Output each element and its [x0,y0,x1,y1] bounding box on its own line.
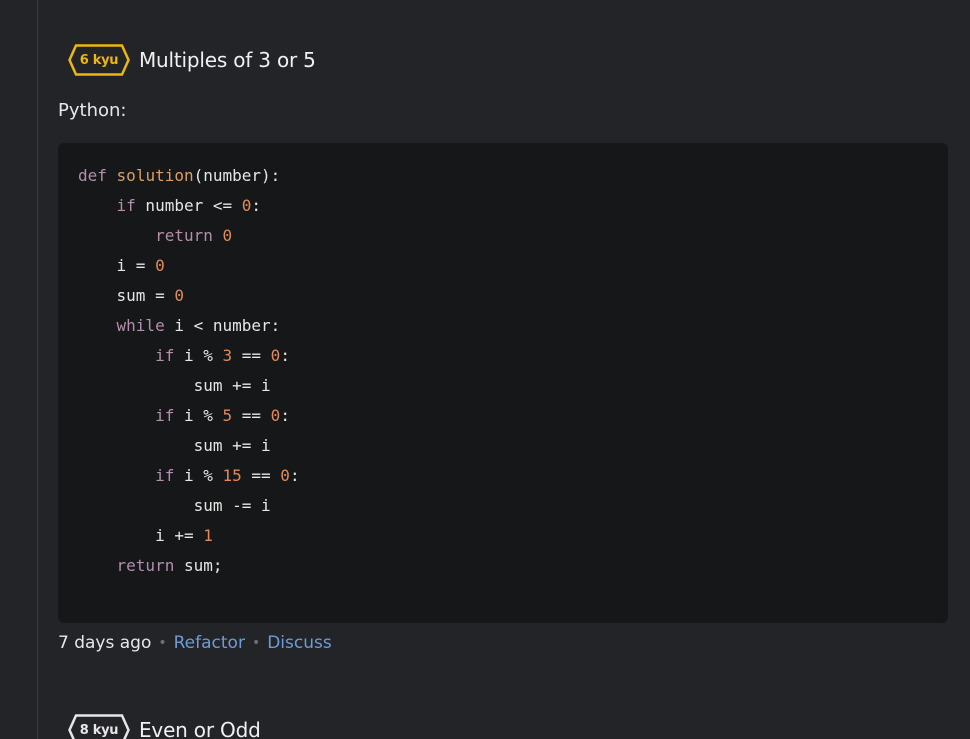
kata-title-link[interactable]: Multiples of 3 or 5 [139,48,316,72]
refactor-link[interactable]: Refactor [174,633,245,653]
code-line: return 0 [155,226,233,245]
code-block: def solution(number): if number <= 0: re… [58,143,948,623]
kata-title-link[interactable]: Even or Odd [139,718,261,739]
kata-header: 8 kyu Even or Odd [68,714,261,739]
code-line: while i < number: [116,316,281,335]
code-line: if number <= 0: [116,196,262,215]
timestamp: 7 days ago [58,633,152,653]
solution-code: def solution(number): if number <= 0: re… [78,161,300,581]
code-line: i = 0 [78,256,165,275]
solutions-page: 6 kyu Multiples of 3 or 5 Python: def so… [0,0,970,739]
code-line: sum += i [78,376,271,395]
code-line: return sum; [116,556,223,575]
code-line: if i % 5 == 0: [155,406,290,425]
kata-header: 6 kyu Multiples of 3 or 5 [68,44,316,76]
code-line: i += 1 [78,526,213,545]
discuss-link[interactable]: Discuss [267,633,332,653]
code-line: if i % 3 == 0: [155,346,290,365]
code-line: def solution(number): [78,166,281,185]
rank-badge: 8 kyu [68,714,130,739]
separator-dot: • [158,635,167,651]
rank-badge: 6 kyu [68,44,130,76]
code-line: sum += i [78,436,271,455]
left-divider [37,0,38,739]
solution-meta: 7 days ago • Refactor • Discuss [58,633,332,653]
code-line: if i % 15 == 0: [155,466,300,485]
code-line: sum = 0 [78,286,184,305]
separator-dot: • [251,635,261,651]
rank-label: 8 kyu [79,722,119,738]
code-line: sum -= i [78,496,271,515]
rank-label: 6 kyu [79,52,119,68]
language-label: Python: [58,100,127,121]
